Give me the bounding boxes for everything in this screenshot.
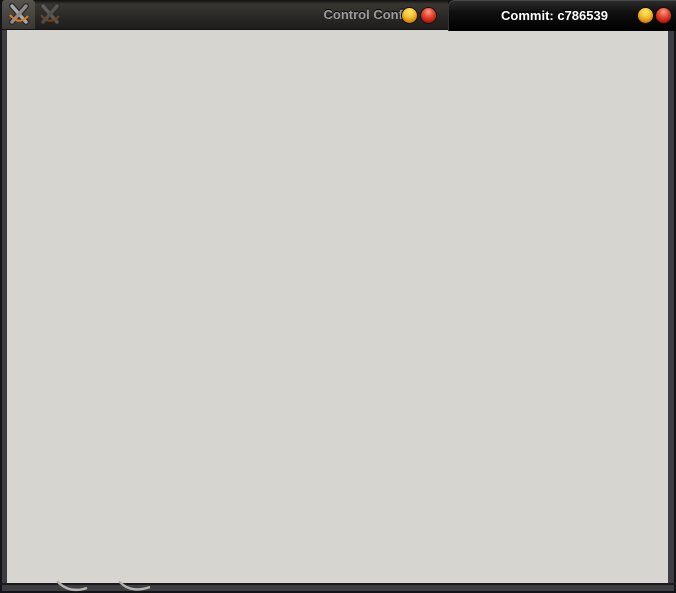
active-titlebar[interactable]: Commit: c786539 <box>448 0 676 31</box>
app-icon <box>8 3 30 25</box>
background-logo-curves <box>45 581 165 593</box>
window: Control Config Commit: c786539 Commit: c… <box>0 0 676 593</box>
close-button[interactable] <box>420 7 437 24</box>
titlebar-strip: Control Config Commit: c786539 <box>0 0 676 30</box>
close-button[interactable] <box>655 7 672 24</box>
active-window-title: Commit: c786539 <box>478 8 631 23</box>
behind-window-corner[interactable] <box>2 0 35 29</box>
inactive-titlebar[interactable]: Control Config <box>35 0 448 29</box>
minimize-button[interactable] <box>401 7 418 24</box>
minimize-button[interactable] <box>637 7 654 24</box>
dialog-body <box>7 30 668 584</box>
app-icon <box>39 3 61 25</box>
